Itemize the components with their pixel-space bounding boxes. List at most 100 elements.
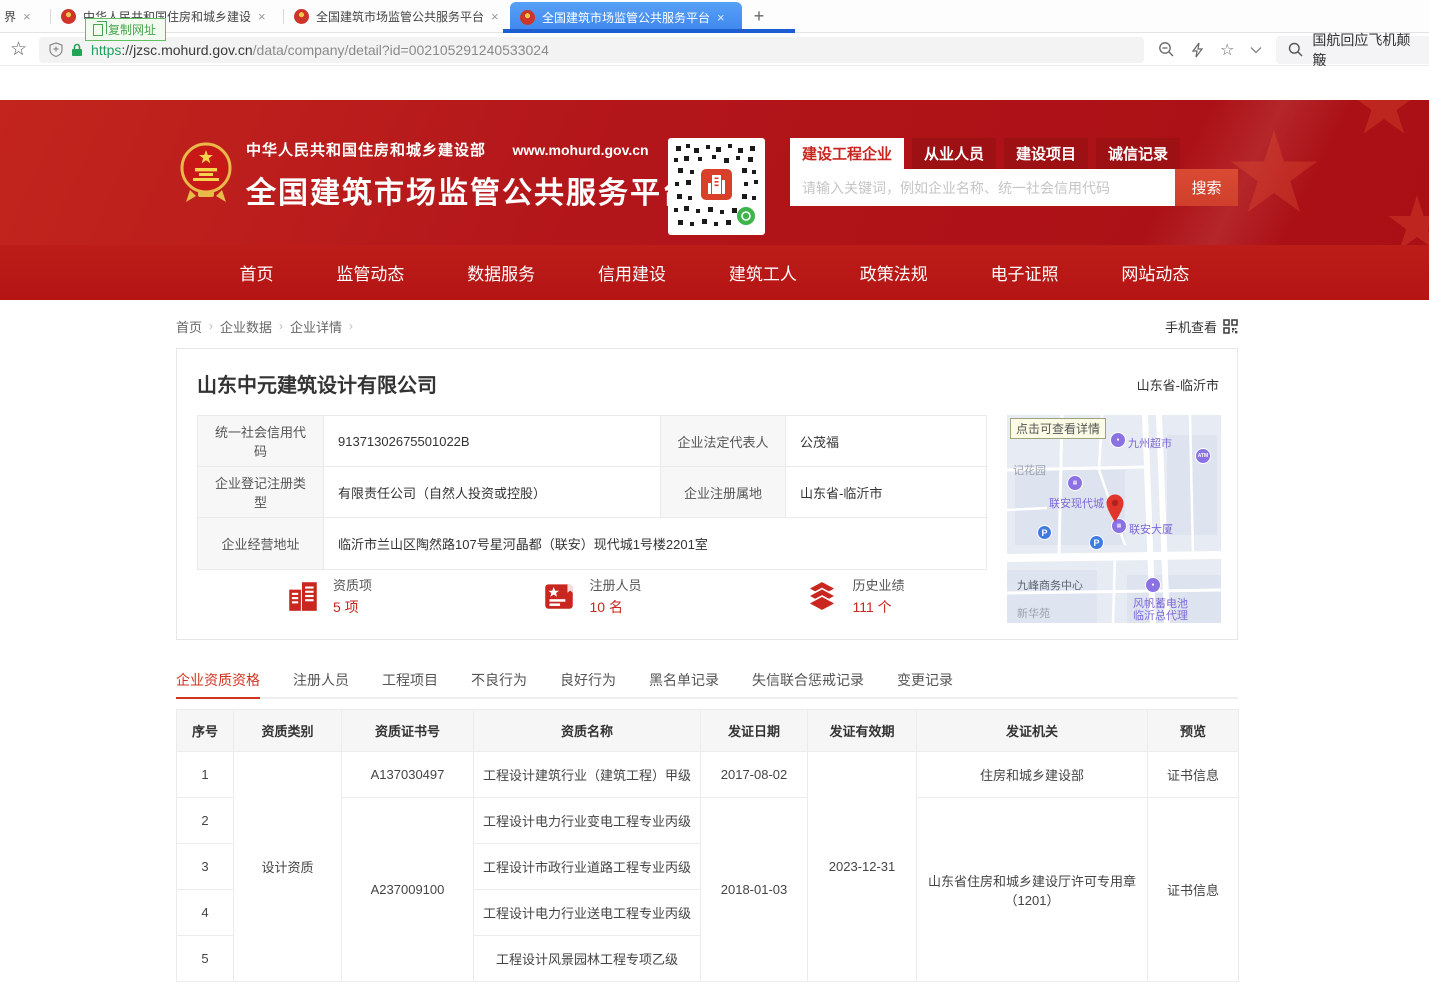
- search-button[interactable]: 搜索: [1175, 169, 1238, 206]
- qualification-name: 工程设计建筑行业（建筑工程）甲级: [474, 752, 701, 798]
- tab-good-behavior[interactable]: 良好行为: [560, 661, 616, 698]
- col-header: 资质类别: [234, 710, 342, 752]
- active-tab-strip: [503, 29, 795, 33]
- breadcrumb-company-data[interactable]: 企业数据: [220, 317, 272, 336]
- nav-item-supervision[interactable]: 监管动态: [336, 260, 404, 285]
- location-map[interactable]: 点击可查看详情 ● 九州超市 ATM 记花园 ▦ 联安现代城 ▦ 联安大厦 P …: [1007, 415, 1221, 623]
- table-row: 1 设计资质 A137030497 工程设计建筑行业（建筑工程）甲级 2017-…: [177, 752, 1239, 798]
- address-bar[interactable]: https://jzsc.mohurd.gov.cn/data/company/…: [39, 37, 1144, 63]
- nav-item-home[interactable]: 首页: [240, 260, 274, 285]
- registration-region-value: 山东省-临沂市: [786, 467, 987, 518]
- stat-label: 历史业绩: [852, 575, 904, 594]
- nav-item-workers[interactable]: 建筑工人: [729, 260, 797, 285]
- browser-search-box[interactable]: 国航回应飞机颠簸: [1276, 36, 1429, 64]
- stat-qualifications[interactable]: 资质项 5 项: [197, 575, 460, 617]
- nav-item-data-service[interactable]: 数据服务: [467, 260, 535, 285]
- tab-registered-personnel[interactable]: 注册人员: [293, 661, 349, 698]
- browser-urlbar: ☆ https://jzsc.mohurd.gov.cn/data/compan…: [0, 34, 1429, 66]
- search-tab-enterprise[interactable]: 建设工程企业: [790, 138, 904, 169]
- national-emblem-icon: [180, 138, 232, 213]
- search-tab-credit[interactable]: 诚信记录: [1096, 138, 1180, 169]
- main-navigation: 首页 监管动态 数据服务 信用建设 建筑工人 政策法规 电子证照 网站动态: [0, 245, 1429, 300]
- tab-close-icon[interactable]: ×: [23, 9, 31, 24]
- qualification-name: 工程设计市政行业道路工程专业丙级: [474, 844, 701, 890]
- chevron-down-icon[interactable]: [1250, 46, 1262, 54]
- row-no: 5: [177, 936, 234, 982]
- company-stats: 资质项 5 项 注册人员 10 名: [197, 575, 986, 617]
- keyword-search-input[interactable]: [790, 169, 1175, 206]
- site-header: 中华人民共和国住房和城乡建设部 www.mohurd.gov.cn 全国建筑市场…: [0, 100, 1429, 245]
- stat-value: 5 项: [333, 597, 372, 617]
- zoom-out-icon[interactable]: [1158, 41, 1175, 58]
- copy-icon: [93, 24, 103, 36]
- copy-url-tooltip: 复制网址: [85, 18, 166, 41]
- breadcrumb-home[interactable]: 首页: [176, 317, 202, 336]
- certificate-no: A237009100: [342, 798, 474, 982]
- nav-item-elicense[interactable]: 电子证照: [991, 260, 1059, 285]
- nav-item-credit[interactable]: 信用建设: [598, 260, 666, 285]
- tab-title: 全国建筑市场监管公共服务平台: [542, 9, 710, 26]
- field-label: 企业登记注册类型: [198, 467, 324, 518]
- registration-type-value: 有限责任公司（自然人投资或控股）: [324, 467, 661, 518]
- company-name: 山东中元建筑设计有限公司: [197, 369, 437, 398]
- site-favicon-icon: [520, 10, 535, 25]
- tab-close-icon[interactable]: ×: [491, 9, 499, 24]
- ministry-website: www.mohurd.gov.cn: [512, 142, 648, 158]
- new-tab-button[interactable]: +: [742, 0, 776, 32]
- building-icon: [285, 578, 321, 614]
- certificate-info-link[interactable]: 证书信息: [1148, 798, 1239, 982]
- search-tab-project[interactable]: 建设项目: [1004, 138, 1088, 169]
- search-tab-personnel[interactable]: 从业人员: [912, 138, 996, 169]
- field-label: 企业经营地址: [198, 518, 324, 570]
- atm-marker-icon: ATM: [1195, 448, 1211, 464]
- map-label-lianan-city: 联安现代城: [1049, 495, 1104, 511]
- browser-tab-active[interactable]: 全国建筑市场监管公共服务平台 ×: [510, 2, 742, 32]
- company-info-table: 统一社会信用代码 91371302675501022B 企业法定代表人 公茂福 …: [197, 415, 987, 570]
- header-search-module: 建设工程企业 从业人员 建设项目 诚信记录 搜索: [790, 138, 1238, 206]
- tab-blacklist[interactable]: 黑名单记录: [649, 661, 719, 698]
- breadcrumb-company-detail[interactable]: 企业详情: [290, 317, 342, 336]
- tab-close-icon[interactable]: ×: [258, 9, 266, 24]
- map-label-garden: 记花园: [1013, 462, 1046, 478]
- valid-until: 2023-12-31: [808, 752, 917, 982]
- field-label: 企业注册属地: [661, 467, 786, 518]
- col-header: 发证有效期: [808, 710, 917, 752]
- row-no: 3: [177, 844, 234, 890]
- tab-close-icon[interactable]: ×: [717, 10, 725, 25]
- map-label-business-center: 九峰商务中心: [1017, 577, 1083, 593]
- flash-save-icon[interactable]: [1191, 42, 1204, 58]
- platform-title: 全国建筑市场监管公共服务平台: [246, 168, 694, 212]
- browser-tab-0[interactable]: 界 ×: [0, 0, 50, 32]
- certificate-info-link[interactable]: 证书信息: [1148, 752, 1239, 798]
- url-path: /data/company/detail?id=0021052912405330…: [253, 42, 549, 58]
- detail-section-tabs: 企业资质资格 注册人员 工程项目 不良行为 良好行为 黑名单记录 失信联合惩戒记…: [176, 662, 1238, 699]
- shield-icon[interactable]: [49, 42, 63, 57]
- bookmark-star-icon[interactable]: ☆: [10, 38, 27, 61]
- tab-bad-behavior[interactable]: 不良行为: [471, 661, 527, 698]
- nav-item-site-news[interactable]: 网站动态: [1121, 260, 1189, 285]
- map-label-xinhuayuan: 新华苑: [1017, 605, 1050, 621]
- breadcrumb-separator: ›: [209, 319, 213, 333]
- search-icon: [1288, 42, 1303, 57]
- mobile-view-link[interactable]: 手机查看: [1165, 317, 1238, 336]
- qualification-name: 工程设计电力行业变电工程专业丙级: [474, 798, 701, 844]
- col-header: 序号: [177, 710, 234, 752]
- tab-projects[interactable]: 工程项目: [382, 661, 438, 698]
- favorite-star-icon[interactable]: ☆: [1220, 40, 1234, 60]
- company-region: 山东省-临沂市: [1137, 375, 1219, 394]
- col-header: 资质证书号: [342, 710, 474, 752]
- stat-historical-performance[interactable]: 历史业绩 111 个: [723, 575, 986, 617]
- tab-qualifications[interactable]: 企业资质资格: [176, 662, 260, 699]
- stat-registered-personnel[interactable]: 注册人员 10 名: [460, 575, 723, 617]
- row-no: 4: [177, 890, 234, 936]
- location-pin-icon: [1104, 493, 1126, 523]
- issue-date: 2017-08-02: [701, 752, 808, 798]
- lock-icon: [71, 43, 83, 57]
- tab-dishonesty-records[interactable]: 失信联合惩戒记录: [752, 661, 864, 698]
- tab-change-records[interactable]: 变更记录: [897, 661, 953, 698]
- credit-code-value: 91371302675501022B: [324, 416, 661, 467]
- nav-item-policy[interactable]: 政策法规: [860, 260, 928, 285]
- browser-tab-2[interactable]: 全国建筑市场监管公共服务平台 ×: [284, 0, 510, 32]
- map-tooltip: 点击可查看详情: [1010, 418, 1106, 439]
- trending-search-text: 国航回应飞机颠簸: [1312, 30, 1417, 70]
